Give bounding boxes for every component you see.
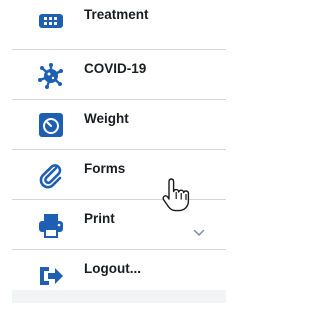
menu-item-label: Treatment xyxy=(84,7,149,22)
menu-item-label: COVID-19 xyxy=(84,61,147,76)
hand-pointer-icon xyxy=(162,178,190,212)
menu-item-label: Print xyxy=(84,211,115,226)
chevron-down-icon[interactable] xyxy=(193,229,205,237)
menu-item-covid-19[interactable]: COVID-19 xyxy=(12,50,226,100)
scale-icon xyxy=(39,113,63,137)
menu-item-treatment[interactable]: Treatment xyxy=(12,0,226,50)
menu-footer xyxy=(12,290,226,303)
logout-icon xyxy=(40,267,63,285)
pill-pack-icon xyxy=(39,14,63,28)
menu-item-label: Forms xyxy=(84,161,126,176)
virus-icon xyxy=(38,63,63,89)
menu-item-label: Weight xyxy=(84,111,129,126)
printer-icon xyxy=(39,214,63,238)
menu-item-weight[interactable]: Weight xyxy=(12,100,226,150)
paperclip-icon xyxy=(39,164,62,189)
sidebar-menu: Treatment COVID-19 Weight Forms Print Lo… xyxy=(12,0,226,303)
menu-item-label: Logout... xyxy=(84,261,141,276)
